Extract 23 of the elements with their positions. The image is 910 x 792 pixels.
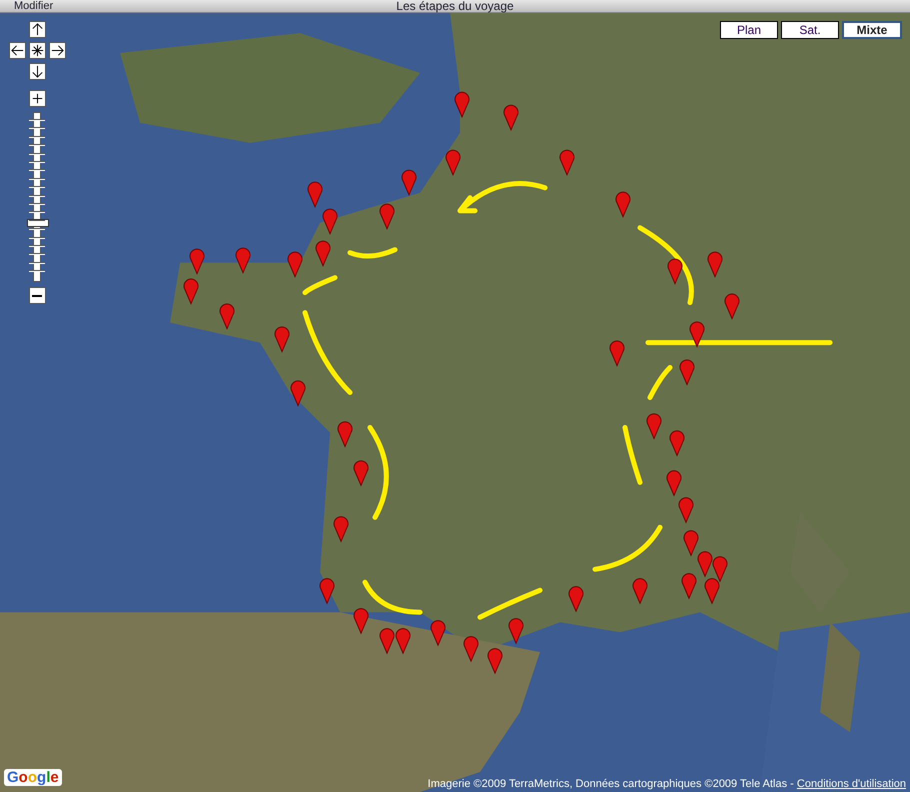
pan-left-button[interactable] <box>8 42 26 59</box>
pan-down-button[interactable] <box>28 63 46 80</box>
right-arrow-icon <box>50 43 64 58</box>
zoom-in-button[interactable] <box>28 90 46 107</box>
center-icon <box>30 43 44 58</box>
pan-up-button[interactable] <box>28 21 46 38</box>
edit-link[interactable]: Modifier <box>14 0 54 12</box>
pan-right-button[interactable] <box>48 42 66 59</box>
down-arrow-icon <box>30 64 44 79</box>
logo[interactable]: Google <box>4 769 62 786</box>
map-type-button[interactable]: Sat. <box>781 21 839 39</box>
map-type-button[interactable]: Plan <box>720 21 778 39</box>
zoom-slider[interactable] <box>26 111 48 283</box>
zoom-out-button[interactable] <box>28 287 46 304</box>
up-arrow-icon <box>30 22 44 37</box>
satellite-map[interactable]: Plan Sat. Mixte Google Imagerie ©2009 TerraMetrics, Données cartographiques ©2009 Tele Atlas - Conditions d'utilisation <box>0 13 910 792</box>
left-arrow-icon <box>10 43 24 58</box>
reset-view-button[interactable] <box>28 42 46 59</box>
minus-icon <box>32 294 42 296</box>
window-title: Les étapes du voyage <box>396 0 514 12</box>
terms-link[interactable]: Conditions d'utilisation <box>796 778 906 790</box>
map-type-button[interactable]: Mixte <box>842 21 902 39</box>
map-attribution: Imagerie ©2009 TerraMetrics, Données cartographiques ©2009 Tele Atlas - <box>428 778 795 790</box>
